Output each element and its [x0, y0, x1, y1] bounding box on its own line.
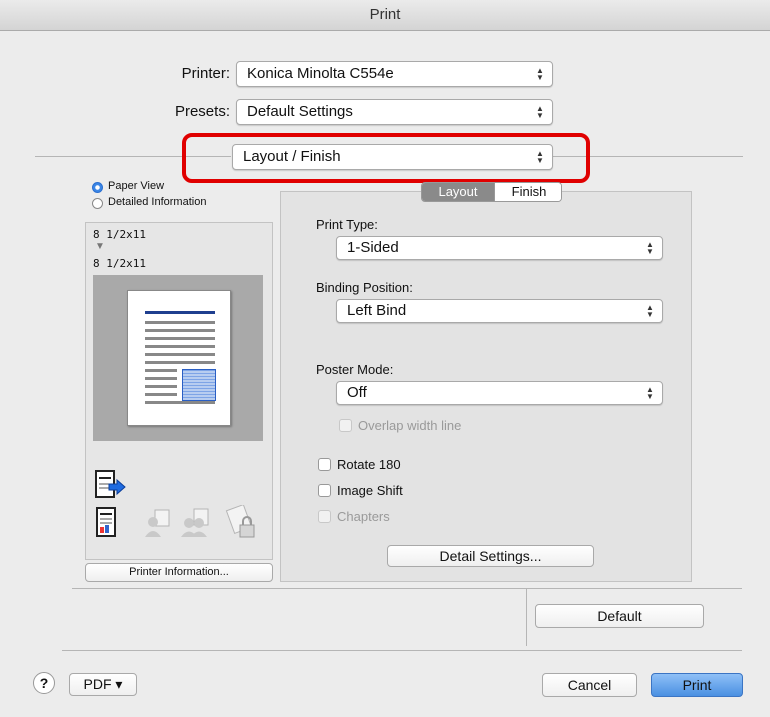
doc-line	[145, 369, 177, 372]
doc-line	[145, 393, 177, 396]
binding-position-value: Left Bind	[347, 302, 407, 319]
document-icon	[96, 507, 116, 542]
window-title: Print	[0, 0, 770, 31]
arrow-down-icon: ▼	[95, 241, 105, 252]
doc-line	[145, 361, 215, 364]
rotate-180-checkbox[interactable]	[318, 458, 331, 471]
doc-line	[145, 321, 215, 324]
printer-information-button[interactable]: Printer Information...	[85, 563, 273, 582]
doc-image-block	[182, 369, 216, 401]
detailed-info-radio[interactable]	[92, 198, 103, 209]
image-shift-checkbox[interactable]	[318, 484, 331, 497]
paper-view-radio[interactable]	[92, 182, 103, 193]
binding-position-label: Binding Position:	[316, 280, 413, 295]
divider-vertical	[526, 589, 527, 646]
tab-finish[interactable]: Finish	[494, 183, 561, 201]
printer-select-value: Konica Minolta C554e	[247, 65, 394, 82]
help-button[interactable]: ?	[33, 672, 55, 694]
updown-arrows-icon: ▲ ▼	[646, 240, 654, 256]
pdf-button[interactable]: PDF ▾	[69, 673, 137, 696]
printer-select[interactable]: Konica Minolta C554e ▲ ▼	[236, 61, 553, 87]
highlight-box	[182, 133, 590, 183]
presets-select-value: Default Settings	[247, 103, 353, 120]
binding-position-select[interactable]: Left Bind ▲ ▼	[336, 299, 663, 323]
poster-mode-select[interactable]: Off ▲ ▼	[336, 381, 663, 405]
divider-bottom	[62, 650, 742, 651]
user-auth-icon	[143, 508, 173, 543]
tab-segmented-control: Layout Finish	[421, 182, 562, 202]
doc-line	[145, 345, 215, 348]
chapters-checkbox[interactable]	[318, 510, 331, 523]
presets-label: Presets:	[174, 103, 230, 120]
default-button[interactable]: Default	[535, 604, 704, 628]
updown-arrows-icon: ▲ ▼	[536, 66, 544, 82]
print-type-label: Print Type:	[316, 217, 378, 232]
rotate-180-label: Rotate 180	[337, 457, 401, 472]
doc-line	[145, 353, 215, 356]
divider-bottom-top	[72, 588, 742, 589]
printer-output-icon	[95, 470, 131, 505]
tab-layout[interactable]: Layout	[422, 183, 494, 201]
presets-select[interactable]: Default Settings ▲ ▼	[236, 99, 553, 125]
doc-line	[145, 377, 177, 380]
updown-arrows-icon: ▲ ▼	[536, 104, 544, 120]
account-track-icon	[180, 508, 214, 543]
doc-line	[145, 401, 215, 404]
updown-arrows-icon: ▲ ▼	[646, 385, 654, 401]
doc-line	[145, 385, 177, 388]
updown-arrows-icon: ▲ ▼	[646, 303, 654, 319]
overlap-width-label: Overlap width line	[358, 418, 462, 433]
image-shift-label: Image Shift	[337, 483, 403, 498]
paper-view-label: Paper View	[108, 180, 165, 192]
overlap-width-checkbox[interactable]	[339, 419, 352, 432]
size-top: 8 1/2x11	[93, 228, 146, 241]
detailed-info-label: Detailed Information	[108, 196, 207, 208]
poster-mode-value: Off	[347, 384, 367, 401]
print-type-select[interactable]: 1-Sided ▲ ▼	[336, 236, 663, 260]
doc-heading-line	[145, 311, 215, 314]
poster-mode-label: Poster Mode:	[316, 362, 394, 377]
detail-settings-button[interactable]: Detail Settings...	[387, 545, 594, 567]
doc-line	[145, 329, 215, 332]
print-button[interactable]: Print	[651, 673, 743, 697]
cancel-button[interactable]: Cancel	[542, 673, 637, 697]
doc-line	[145, 337, 215, 340]
secure-print-icon	[222, 504, 260, 546]
size-bottom: 8 1/2x11	[93, 257, 146, 270]
paper-preview	[127, 290, 231, 426]
print-type-value: 1-Sided	[347, 239, 399, 256]
chapters-label: Chapters	[337, 509, 390, 524]
printer-label: Printer:	[181, 65, 230, 82]
